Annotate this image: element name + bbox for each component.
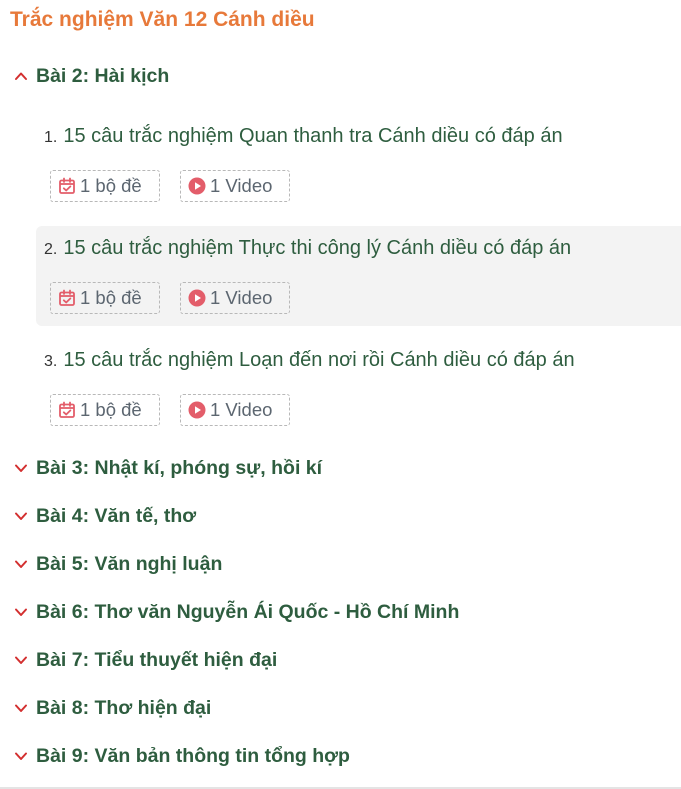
lesson-item-3: 3. 15 câu trắc nghiệm Loạn đến nơi rồi C…	[36, 338, 681, 438]
section-label: Bài 2: Hài kịch	[36, 64, 170, 87]
lesson-title: 15 câu trắc nghiệm Thực thi công lý Cánh…	[63, 237, 572, 259]
chevron-down-icon	[15, 704, 27, 712]
page-title: Trắc nghiệm Văn 12 Cánh diều	[10, 8, 315, 31]
calendar-check-icon	[59, 177, 75, 194]
lesson-item-1: 1. 15 câu trắc nghiệm Quan thanh tra Cán…	[36, 114, 681, 214]
section-label: Bài 6: Thơ văn Nguyễn Ái Quốc - Hồ Chí M…	[36, 600, 460, 623]
lesson-item-2: 2. 15 câu trắc nghiệm Thực thi công lý C…	[36, 226, 681, 326]
lesson-link[interactable]: 3. 15 câu trắc nghiệm Loạn đến nơi rồi C…	[44, 349, 575, 372]
section-header-bai-3[interactable]: Bài 3: Nhật kí, phóng sự, hồi kí	[14, 456, 322, 480]
quiz-count-label: 1 bộ đề	[80, 399, 142, 420]
play-circle-icon	[188, 401, 206, 419]
chevron-down-icon	[15, 608, 27, 616]
section-header-bai-5[interactable]: Bài 5: Văn nghị luận	[14, 552, 222, 576]
section-label: Bài 8: Thơ hiện đại	[36, 696, 212, 719]
video-count-badge[interactable]: 1 Video	[180, 170, 290, 202]
lesson-link[interactable]: 2. 15 câu trắc nghiệm Thực thi công lý C…	[44, 237, 571, 260]
calendar-check-icon	[59, 289, 75, 306]
video-count-label: 1 Video	[210, 287, 273, 308]
lesson-title: 15 câu trắc nghiệm Loạn đến nơi rồi Cánh…	[63, 349, 575, 371]
video-count-badge[interactable]: 1 Video	[180, 394, 290, 426]
lesson-number: 1.	[44, 129, 58, 146]
video-count-label: 1 Video	[210, 399, 273, 420]
section-header-bai-8[interactable]: Bài 8: Thơ hiện đại	[14, 696, 211, 720]
quiz-count-badge[interactable]: 1 bộ đề	[50, 170, 160, 202]
quiz-count-label: 1 bộ đề	[80, 287, 142, 308]
chevron-down-icon	[15, 656, 27, 664]
section-label: Bài 7: Tiểu thuyết hiện đại	[36, 648, 278, 671]
video-count-label: 1 Video	[210, 175, 273, 196]
section-label: Bài 9: Văn bản thông tin tổng hợp	[36, 744, 350, 767]
chevron-up-icon	[15, 72, 27, 80]
calendar-check-icon	[59, 401, 75, 418]
quiz-count-badge[interactable]: 1 bộ đề	[50, 394, 160, 426]
quiz-count-label: 1 bộ đề	[80, 175, 142, 196]
quiz-count-badge[interactable]: 1 bộ đề	[50, 282, 160, 314]
section-header-bai-2[interactable]: Bài 2: Hài kịch	[14, 64, 169, 88]
lesson-number: 2.	[44, 241, 58, 258]
chevron-down-icon	[15, 752, 27, 760]
video-count-badge[interactable]: 1 Video	[180, 282, 290, 314]
section-label: Bài 4: Văn tế, thơ	[36, 504, 197, 527]
section-header-bai-7[interactable]: Bài 7: Tiểu thuyết hiện đại	[14, 648, 277, 672]
chevron-down-icon	[15, 464, 27, 472]
section-header-bai-9[interactable]: Bài 9: Văn bản thông tin tổng hợp	[14, 744, 350, 768]
lesson-number: 3.	[44, 353, 58, 370]
chevron-down-icon	[15, 512, 27, 520]
lesson-link[interactable]: 1. 15 câu trắc nghiệm Quan thanh tra Cán…	[44, 125, 563, 148]
play-circle-icon	[188, 177, 206, 195]
section-header-bai-6[interactable]: Bài 6: Thơ văn Nguyễn Ái Quốc - Hồ Chí M…	[14, 600, 459, 624]
play-circle-icon	[188, 289, 206, 307]
lesson-title: 15 câu trắc nghiệm Quan thanh tra Cánh d…	[63, 125, 563, 147]
section-label: Bài 5: Văn nghị luận	[36, 552, 223, 575]
chevron-down-icon	[15, 560, 27, 568]
section-header-bai-4[interactable]: Bài 4: Văn tế, thơ	[14, 504, 196, 528]
section-label: Bài 3: Nhật kí, phóng sự, hồi kí	[36, 456, 323, 479]
